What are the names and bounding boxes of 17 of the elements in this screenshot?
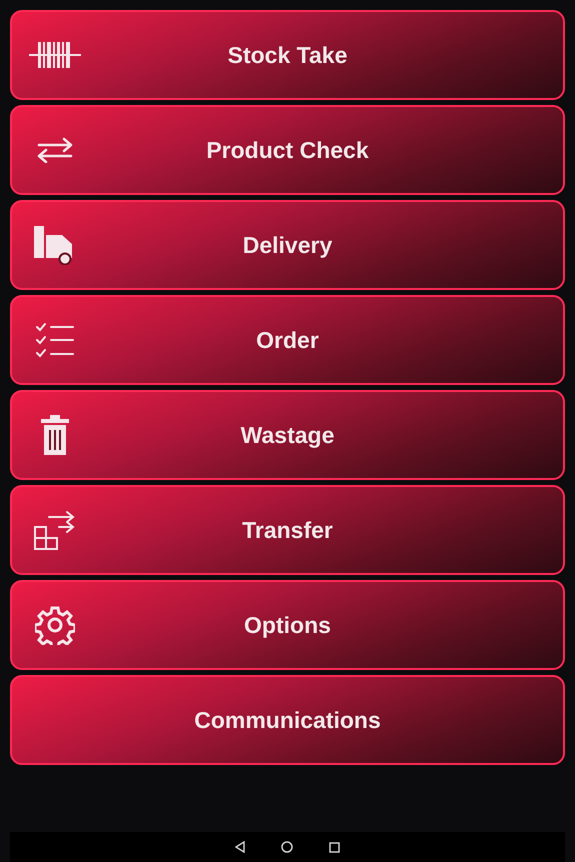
checklist-icon (35, 322, 75, 358)
menu-button[interactable]: Product Check (10, 105, 565, 195)
transfer-icon (33, 509, 77, 551)
menu-button[interactable]: Delivery (10, 200, 565, 290)
menu-button[interactable]: Options (10, 580, 565, 670)
back-icon[interactable] (235, 841, 245, 853)
menu-button[interactable]: Transfer (10, 485, 565, 575)
menu-button[interactable]: Order (10, 295, 565, 385)
swap-arrows-icon (35, 137, 75, 163)
trash-icon (41, 415, 69, 455)
settings-icon (35, 605, 75, 645)
recents-icon[interactable] (329, 842, 340, 852)
home-icon[interactable] (281, 841, 293, 853)
menu-button[interactable]: Wastage (10, 390, 565, 480)
barcode-icon (29, 40, 81, 70)
menu-button[interactable]: Communications (10, 675, 565, 765)
menu-button[interactable]: Stock Take (10, 10, 565, 100)
